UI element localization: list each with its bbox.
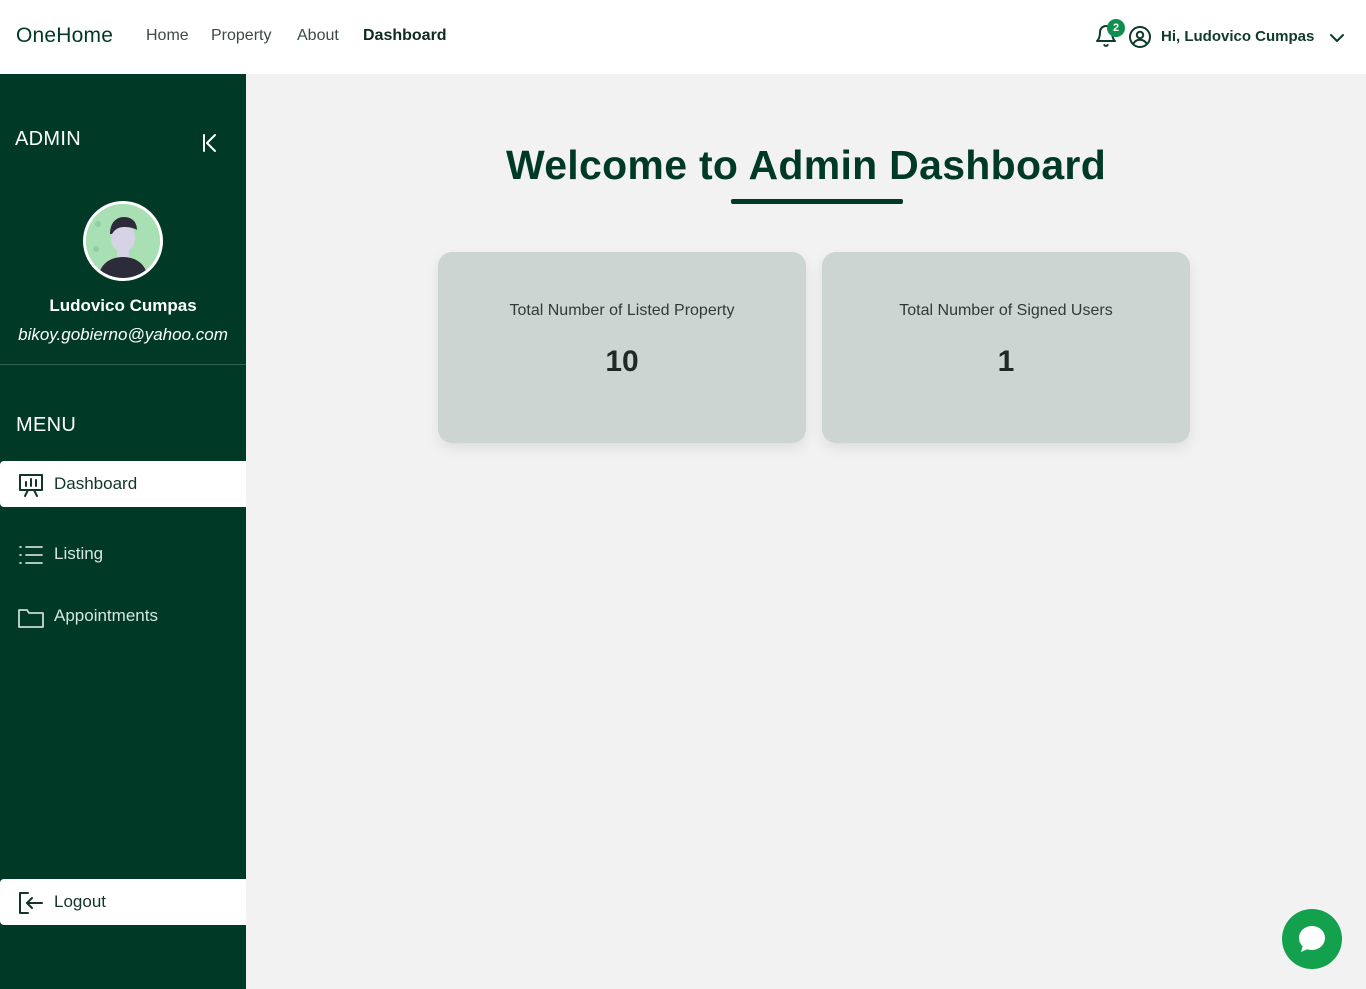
sidebar-item-label: Listing bbox=[54, 544, 104, 563]
sidebar-item-dashboard[interactable]: Dashboard bbox=[0, 461, 246, 507]
stat-card-label: Total Number of Signed Users bbox=[899, 302, 1113, 319]
collapse-sidebar-icon[interactable] bbox=[198, 131, 222, 155]
avatar bbox=[83, 201, 163, 281]
profile-name: Ludovico Cumpas bbox=[49, 296, 197, 315]
presentation-chart-icon bbox=[19, 474, 43, 497]
logout-label: Logout bbox=[54, 892, 106, 911]
top-navbar: OneHome Home Property About Dashboard 2 … bbox=[0, 0, 1366, 74]
sidebar-item-label: Dashboard bbox=[54, 474, 138, 493]
list-icon bbox=[19, 546, 43, 564]
brand-logo[interactable]: OneHome bbox=[16, 24, 113, 48]
stat-card-listed-property: Total Number of Listed Property 10 bbox=[438, 252, 806, 443]
chevron-down-icon[interactable] bbox=[1327, 28, 1347, 48]
logout-icon bbox=[19, 892, 43, 914]
sidebar-title: ADMIN bbox=[15, 128, 81, 150]
nav-link-dashboard[interactable]: Dashboard bbox=[363, 27, 447, 45]
stat-card-label: Total Number of Listed Property bbox=[509, 302, 735, 319]
nav-link-property[interactable]: Property bbox=[211, 27, 271, 45]
sidebar-item-listing[interactable]: Listing bbox=[0, 531, 246, 577]
folder-icon bbox=[18, 609, 44, 628]
stat-card-value: 10 bbox=[605, 345, 639, 378]
logout-button[interactable]: Logout bbox=[0, 879, 246, 925]
sidebar: ADMIN Ludovico Cumpas bikoy.gobierno@yah… bbox=[0, 74, 246, 989]
stat-card-signed-users: Total Number of Signed Users 1 bbox=[822, 252, 1190, 443]
user-greeting[interactable]: Hi, Ludovico Cumpas bbox=[1161, 28, 1314, 45]
profile-email: bikoy.gobierno@yahoo.com bbox=[18, 325, 228, 344]
sidebar-item-label: Appointments bbox=[54, 606, 158, 625]
page-title: Welcome to Admin Dashboard bbox=[505, 142, 1107, 188]
user-circle-icon[interactable] bbox=[1128, 25, 1152, 49]
nav-link-home[interactable]: Home bbox=[146, 27, 189, 45]
sidebar-item-appointments[interactable]: Appointments bbox=[0, 593, 246, 639]
nav-link-about[interactable]: About bbox=[297, 27, 339, 45]
menu-title: MENU bbox=[16, 414, 77, 436]
chat-button[interactable] bbox=[1282, 909, 1342, 969]
notification-badge: 2 bbox=[1107, 19, 1125, 37]
chat-bubble-icon bbox=[1299, 926, 1325, 952]
stat-card-value: 1 bbox=[997, 345, 1015, 378]
sidebar-divider bbox=[0, 364, 246, 365]
title-underline bbox=[731, 199, 903, 204]
